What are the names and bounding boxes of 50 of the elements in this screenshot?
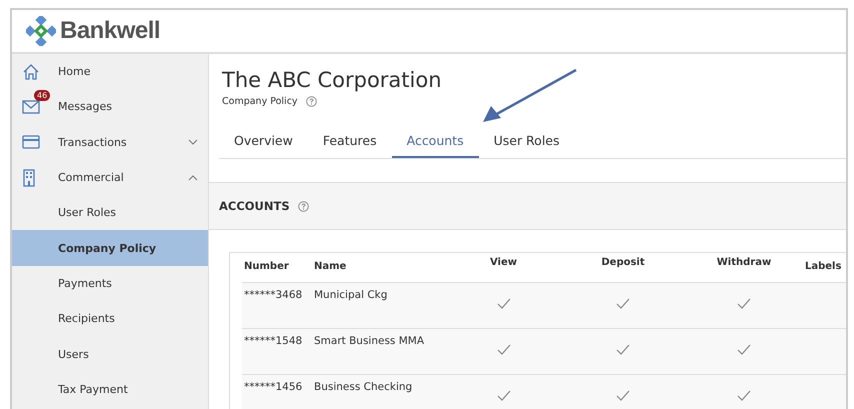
account-name: Smart Business MMA — [313, 334, 426, 349]
sidebar-item-label: Messages — [58, 100, 112, 114]
chevron-up-icon[interactable] — [188, 174, 198, 181]
account-number: ******1456 — [243, 380, 304, 395]
home-icon — [22, 62, 40, 81]
sidebar-item[interactable]: Home — [12, 54, 208, 90]
sidebar-item-label: Commercial — [58, 171, 124, 184]
sidebar-item-label: Recipients — [58, 312, 115, 326]
sidebar-item-label: Home — [58, 65, 90, 78]
column-header: Withdraw — [716, 256, 772, 270]
tab[interactable]: Accounts — [392, 127, 479, 158]
sidebar-item[interactable]: Tax Payment — [12, 372, 208, 407]
sidebar-item[interactable]: Users — [12, 336, 208, 372]
tab[interactable]: Features — [308, 127, 392, 158]
column-header: Name — [313, 260, 348, 274]
sidebar-item-label: Transactions — [58, 136, 127, 149]
account-name: Municipal Ckg — [313, 288, 388, 303]
sidebar-item-label: User Roles — [58, 206, 116, 220]
column-header: Number — [243, 260, 290, 274]
building-icon — [22, 168, 36, 187]
tab[interactable]: User Roles — [478, 127, 575, 158]
chevron-down-icon[interactable] — [188, 139, 198, 146]
sidebar-item[interactable]: Commercial — [12, 160, 208, 196]
tab[interactable]: Overview — [219, 127, 308, 158]
column-header: Deposit — [600, 256, 646, 270]
sidebar-item-label: Company Policy — [58, 242, 156, 255]
column-header: Labels — [804, 260, 842, 274]
sidebar-item-label: Tax Payment — [58, 382, 128, 396]
mail-icon — [22, 100, 40, 114]
sidebar-item-label: Users — [58, 348, 89, 361]
account-name: Business Checking — [313, 380, 414, 395]
logo-icon — [26, 16, 56, 46]
brand-name: Bankwell — [60, 17, 160, 45]
page-subtitle: Company Policy — [222, 96, 298, 107]
sidebar-item[interactable]: Payments — [12, 266, 208, 302]
sidebar-item[interactable]: User Roles — [12, 195, 208, 230]
sidebar-item[interactable]: 46 Messages — [12, 89, 208, 125]
page-title: The ABC Corporation — [222, 68, 443, 92]
help-icon[interactable] — [306, 96, 317, 107]
card-icon — [22, 135, 40, 150]
sidebar-item[interactable]: Recipients — [12, 301, 208, 336]
sidebar-item[interactable]: Transactions — [12, 124, 208, 160]
message-count-badge: 46 — [34, 90, 50, 101]
section-title: ACCOUNTS — [219, 199, 290, 213]
account-number: ******3468 — [243, 288, 304, 303]
account-number: ******1548 — [243, 334, 304, 349]
help-icon[interactable] — [298, 200, 309, 212]
sidebar-item-label: Payments — [58, 276, 112, 290]
sidebar-item[interactable]: Company Policy — [12, 230, 208, 266]
column-header: View — [488, 256, 518, 270]
